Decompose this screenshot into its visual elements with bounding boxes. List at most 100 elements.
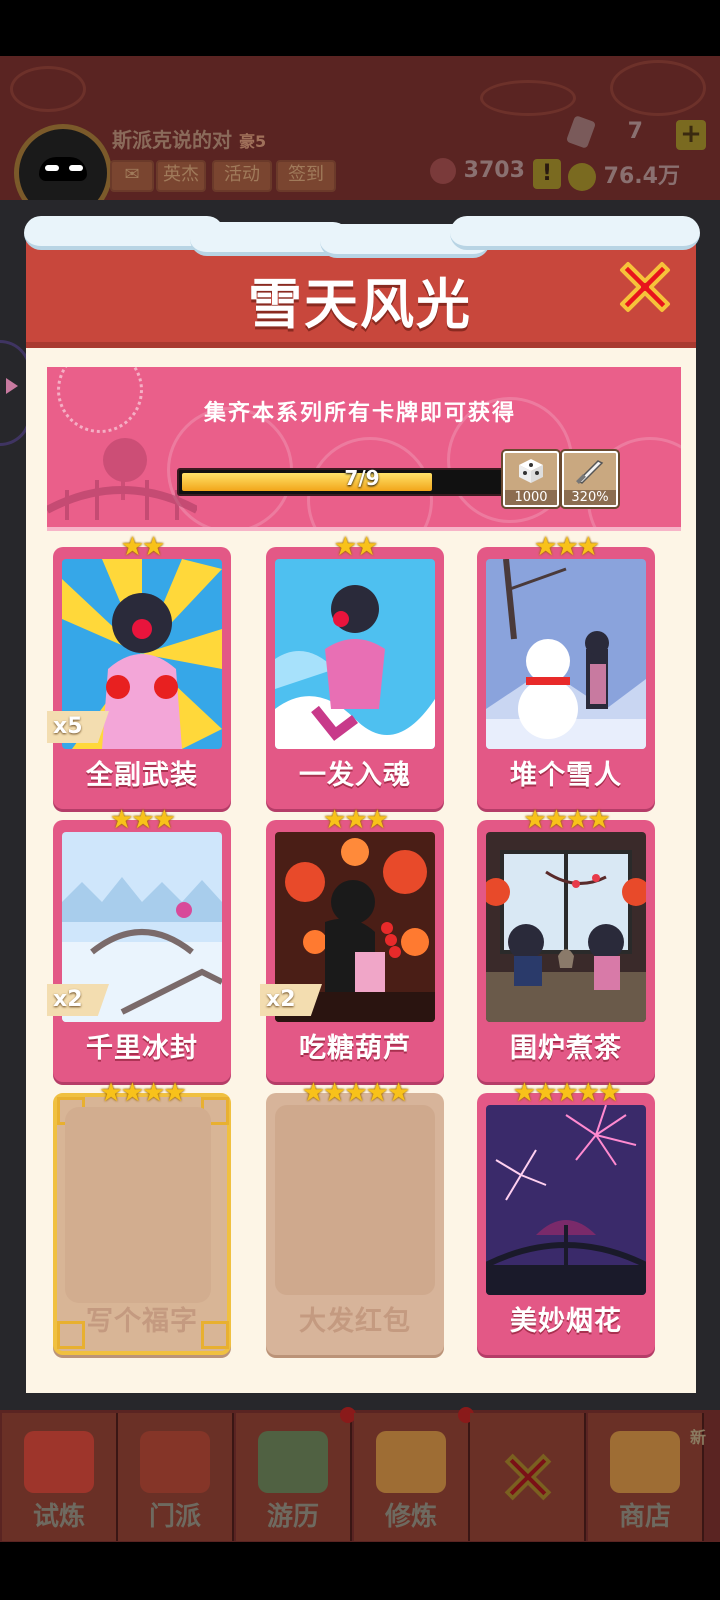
star-icon: ★	[99, 1078, 122, 1108]
star-rating: ★★	[53, 533, 231, 561]
reward-dice[interactable]: 1000	[503, 451, 559, 507]
star-rating: ★★★★	[53, 1079, 231, 1107]
star-icon: ★	[323, 805, 346, 835]
card-art	[486, 832, 646, 1022]
collection-card[interactable]: ★★★★★ 美妙烟花	[477, 1079, 655, 1355]
star-icon: ★	[523, 805, 546, 835]
activity-button[interactable]: 活动	[212, 160, 272, 192]
card-art	[486, 559, 646, 749]
collection-card[interactable]: ★★★★ 围炉煮茶	[477, 806, 655, 1082]
player-name: 斯派克说的对 豪5	[112, 124, 266, 153]
signin-button-label: 签到	[288, 164, 324, 185]
mail-icon: ✉	[124, 164, 140, 185]
dialog-title: 雪天风光	[248, 273, 472, 336]
system-nav-bar	[0, 1542, 720, 1600]
progress-label: 7/9	[344, 466, 380, 490]
nav-label: 试炼	[32, 1502, 85, 1532]
star-icon: ★	[576, 1078, 600, 1108]
status-bar	[0, 0, 720, 56]
collection-card[interactable]: ★★★ x2 千里冰封	[47, 806, 231, 1082]
ticket-count: 3703	[463, 158, 525, 183]
ticket-icon	[430, 158, 456, 184]
nav-button[interactable]: 修炼	[354, 1407, 474, 1541]
coin-counter: 76.4万	[568, 158, 680, 191]
gem-counter: 7	[565, 115, 643, 149]
gem-count: 7	[627, 119, 643, 144]
collection-card[interactable]: ★★★★★ 大发红包	[266, 1079, 444, 1355]
gem-icon	[565, 115, 597, 149]
star-icon: ★	[110, 805, 133, 835]
nav-art-icon	[24, 1431, 94, 1493]
star-icon: ★	[512, 1078, 536, 1108]
player-level: 豪5	[238, 132, 267, 151]
activity-button-label: 活动	[224, 164, 260, 185]
alert-button[interactable]: !	[533, 159, 561, 189]
star-icon: ★	[544, 805, 568, 835]
collection-card[interactable]: ★★★ x2 吃糖葫芦	[260, 806, 444, 1082]
card-art-placeholder	[65, 1107, 211, 1303]
nav-label: 游历	[266, 1502, 319, 1532]
star-icon: ★	[120, 532, 144, 562]
star-icon: ★	[120, 1078, 144, 1108]
star-icon: ★	[142, 532, 165, 562]
star-icon: ★	[131, 805, 154, 835]
star-rating: ★★★	[53, 806, 231, 834]
card-name: 全副武装	[86, 760, 198, 791]
nav-label: 商店	[618, 1502, 671, 1532]
card-name: 美妙烟花	[510, 1306, 622, 1337]
card-name: 大发红包	[299, 1306, 411, 1337]
hero-button[interactable]: 英杰	[156, 160, 206, 192]
close-button[interactable]	[614, 256, 676, 318]
star-icon: ★	[163, 1078, 186, 1108]
collection-card[interactable]: ★★ x5 全副武装	[47, 533, 231, 809]
collection-card[interactable]: ★★★ 堆个雪人	[477, 533, 655, 809]
star-icon: ★	[566, 805, 589, 835]
card-name: 千里冰封	[86, 1033, 198, 1064]
bridge-silhouette	[47, 438, 197, 520]
reward-value: 1000	[505, 490, 557, 505]
nav-button[interactable]: 门派	[118, 1413, 234, 1541]
star-icon: ★	[142, 1078, 165, 1108]
star-icon: ★	[534, 532, 557, 562]
close-icon	[504, 1453, 552, 1501]
nav-button[interactable]: 试炼	[2, 1413, 118, 1541]
coin-icon	[568, 163, 596, 191]
star-icon: ★	[323, 1078, 346, 1108]
nav-label: 门派	[148, 1502, 201, 1532]
nav-button[interactable]: 游历	[236, 1407, 356, 1541]
reward-value: 320%	[564, 490, 616, 505]
star-icon: ★	[344, 805, 367, 835]
hero-button-label: 英杰	[163, 164, 199, 185]
card-name: 吃糖葫芦	[299, 1033, 411, 1064]
star-icon: ★	[301, 1078, 325, 1108]
reward-sword[interactable]: 320%	[562, 451, 618, 507]
star-icon: ★	[365, 805, 389, 835]
star-icon: ★	[152, 805, 176, 835]
close-icon	[620, 262, 670, 312]
star-icon: ★	[555, 532, 578, 562]
dice-icon	[513, 455, 549, 489]
card-art	[486, 1105, 646, 1295]
star-icon: ★	[333, 532, 357, 562]
star-icon: ★	[365, 1078, 389, 1108]
banner-description: 集齐本系列所有卡牌即可获得	[203, 401, 516, 426]
ticket-counter: 3703	[430, 158, 525, 184]
star-icon: ★	[555, 1078, 578, 1108]
card-name: 围炉煮茶	[510, 1033, 622, 1064]
arrow-right-icon	[6, 378, 18, 394]
star-icon: ★	[534, 1078, 557, 1108]
signin-button[interactable]: 签到	[276, 160, 336, 192]
nav-button[interactable]	[470, 1413, 586, 1541]
nav-button[interactable]: 商店	[588, 1413, 704, 1541]
add-gems-button[interactable]: +	[676, 120, 706, 150]
mail-button[interactable]: ✉	[110, 160, 154, 192]
sword-icon	[572, 455, 608, 491]
star-rating: ★★★★★	[477, 1079, 655, 1107]
nav-art-icon	[376, 1431, 446, 1493]
collection-card[interactable]: ★★★★ 写个福字	[53, 1079, 231, 1355]
star-icon: ★	[344, 1078, 367, 1108]
star-icon: ★	[576, 532, 600, 562]
star-icon: ★	[386, 1078, 410, 1108]
plus-icon: +	[680, 119, 702, 149]
collection-card[interactable]: ★★ 一发入魂	[266, 533, 444, 809]
